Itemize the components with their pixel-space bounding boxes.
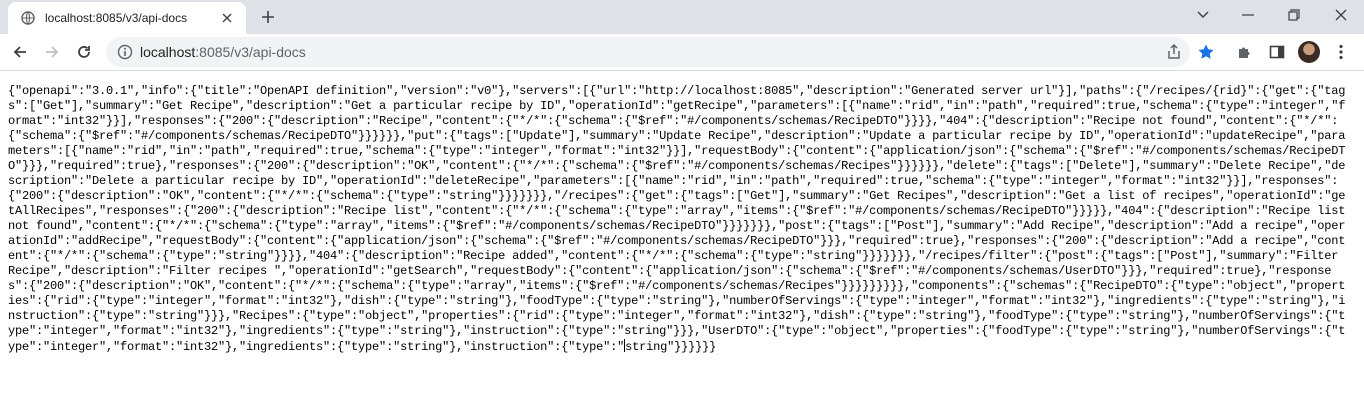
browser-toolbar: localhost:8085/v3/api-docs xyxy=(0,34,1364,71)
puzzle-icon[interactable] xyxy=(1233,40,1257,64)
back-button[interactable] xyxy=(7,39,33,65)
avatar xyxy=(1298,41,1320,63)
globe-icon xyxy=(20,10,36,26)
reload-button[interactable] xyxy=(71,39,97,65)
profile-avatar[interactable] xyxy=(1297,40,1321,64)
url-path: :8085/v3/api-docs xyxy=(195,44,306,60)
tab-strip: localhost:8085/v3/api-docs xyxy=(0,0,1364,34)
side-panel-icon[interactable] xyxy=(1265,40,1289,64)
close-window-icon[interactable] xyxy=(1327,4,1355,26)
tab-search-icon[interactable] xyxy=(1189,4,1217,26)
close-icon[interactable] xyxy=(218,9,236,27)
forward-button[interactable] xyxy=(39,39,65,65)
info-icon[interactable] xyxy=(116,43,134,61)
json-response-text: {"openapi":"3.0.1","info":{"title":"Open… xyxy=(8,84,1350,355)
share-icon[interactable] xyxy=(1162,40,1186,64)
new-tab-button[interactable] xyxy=(256,5,280,29)
json-text-after-caret: string"}}}}}} xyxy=(625,340,717,354)
minimize-icon[interactable] xyxy=(1234,4,1262,26)
restore-icon[interactable] xyxy=(1280,4,1308,26)
url-host: localhost xyxy=(140,44,196,60)
tab-title: localhost:8085/v3/api-docs xyxy=(45,11,188,25)
address-bar[interactable]: localhost:8085/v3/api-docs xyxy=(106,37,1190,67)
kebab-menu-icon[interactable] xyxy=(1329,40,1353,64)
json-text-before-caret: {"openapi":"3.0.1","info":{"title":"Open… xyxy=(8,84,1353,354)
star-icon[interactable] xyxy=(1194,40,1218,64)
page-content: {"openapi":"3.0.1","info":{"title":"Open… xyxy=(0,72,1364,407)
active-tab[interactable]: localhost:8085/v3/api-docs xyxy=(8,2,246,34)
url-text: localhost:8085/v3/api-docs xyxy=(140,44,306,60)
